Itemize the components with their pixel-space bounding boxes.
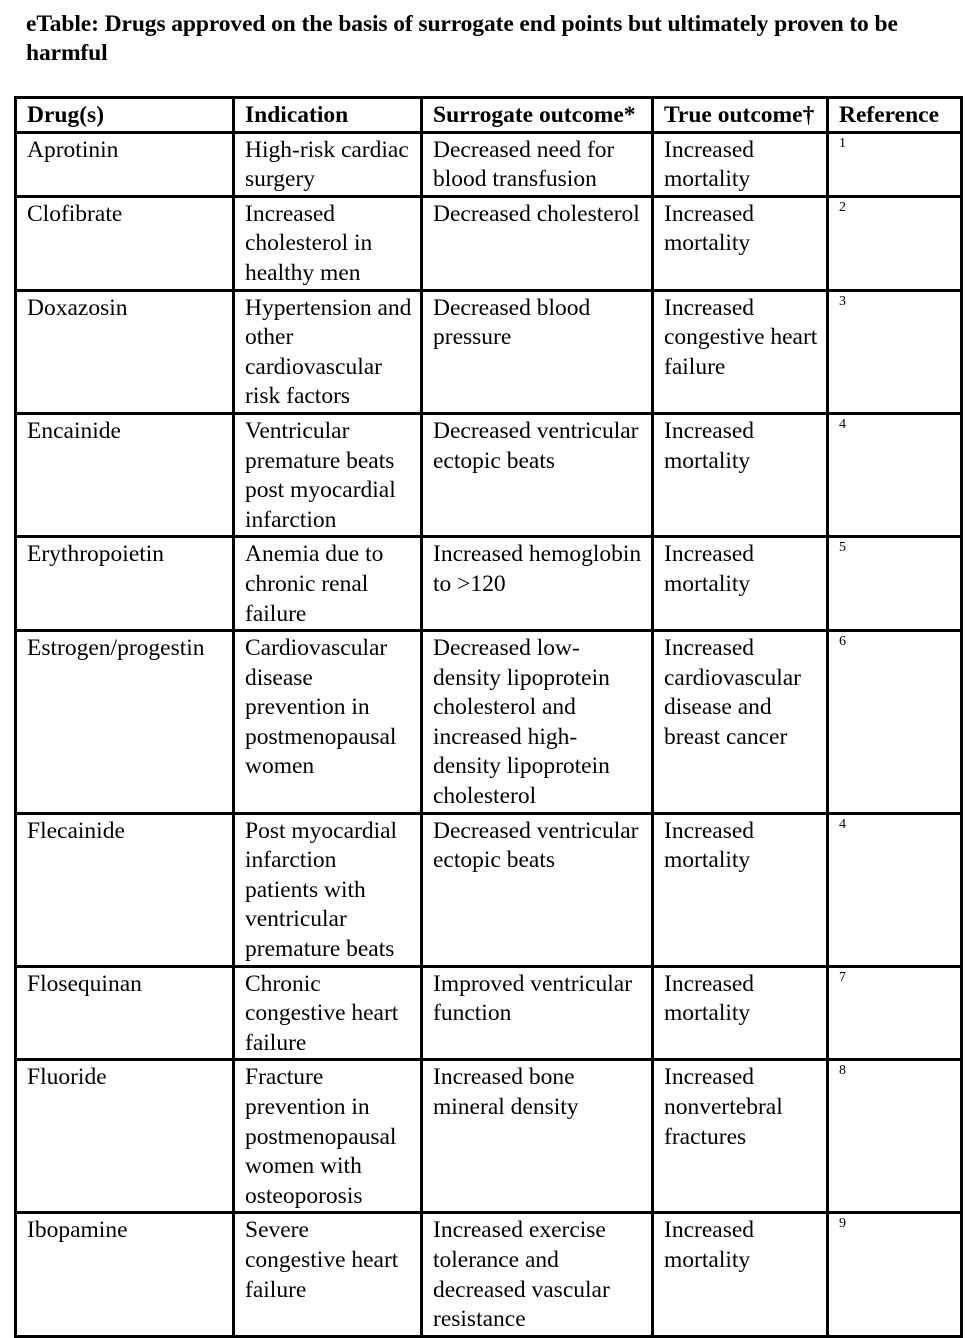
cell-true-outcome: Increased mortality (651, 194, 829, 292)
cell-indication: Ventricular premature beats post myocard… (232, 411, 423, 539)
cell-surrogate-outcome: Decreased low-density lipoprotein choles… (420, 629, 654, 815)
cell-reference: 4 (826, 811, 963, 968)
table-row: Erythropoietin Anemia due to chronic rena… (14, 535, 963, 633)
cell-drug: Flosequinan (14, 964, 235, 1062)
table-row: Doxazosin Hypertension and other cardiova… (14, 288, 963, 415)
cell-true-outcome: Increased mortality (651, 964, 829, 1062)
cell-reference: 8 (826, 1058, 963, 1215)
cell-surrogate-outcome: Decreased ventricular ectopic beats (420, 811, 654, 968)
cell-surrogate-outcome: Increased bone mineral density (420, 1058, 654, 1215)
header-indication: Indication (232, 96, 423, 134)
cell-surrogate-outcome: Decreased need for blood transfusion (420, 130, 654, 198)
cell-indication: Cardiovascular disease prevention in pos… (232, 629, 423, 815)
table-row: Flosequinan Chronic congestive heart fail… (14, 964, 963, 1062)
cell-indication: Anemia due to chronic renal failure (232, 535, 423, 633)
cell-indication: Severe congestive heart failure (232, 1211, 423, 1338)
cell-surrogate-outcome: Decreased blood pressure (420, 288, 654, 415)
cell-reference: 2 (826, 194, 963, 292)
table-row: Fluoride Fracture prevention in postmenop… (14, 1058, 963, 1215)
cell-surrogate-outcome: Improved ventricular function (420, 964, 654, 1062)
cell-drug: Estrogen/progestin (14, 629, 235, 815)
cell-true-outcome: Increased cardiovascular disease and bre… (651, 629, 829, 815)
cell-reference: 4 (826, 411, 963, 539)
cell-true-outcome: Increased mortality (651, 811, 829, 968)
table-row: Clofibrate Increased cholesterol in healt… (14, 194, 963, 292)
cell-surrogate-outcome: Increased exercise tolerance and decreas… (420, 1211, 654, 1338)
cell-drug: Fluoride (14, 1058, 235, 1215)
cell-true-outcome: Increased mortality (651, 535, 829, 633)
cell-indication: High-risk cardiac surgery (232, 130, 423, 198)
cell-true-outcome: Increased mortality (651, 130, 829, 198)
cell-reference: 7 (826, 964, 963, 1062)
cell-indication: Post myocardial infarction patients with… (232, 811, 423, 968)
cell-true-outcome: Increased nonvertebral fractures (651, 1058, 829, 1215)
cell-drug: Ibopamine (14, 1211, 235, 1338)
header-row: Drug(s) Indication Surrogate outcome* Tr… (14, 96, 963, 134)
cell-drug: Erythropoietin (14, 535, 235, 633)
cell-reference: 1 (826, 130, 963, 198)
cell-surrogate-outcome: Decreased ventricular ectopic beats (420, 411, 654, 539)
cell-drug: Doxazosin (14, 288, 235, 415)
table-row: Aprotinin High-risk cardiac surgery Decrea… (14, 130, 963, 198)
cell-indication: Increased cholesterol in healthy men (232, 194, 423, 292)
cell-reference: 3 (826, 288, 963, 415)
table-title: eTable: Drugs approved on the basis of s… (26, 11, 898, 66)
drugs-table: Drug(s) Indication Surrogate outcome* Tr… (14, 96, 963, 1338)
cell-drug: Flecainide (14, 811, 235, 968)
header-drug: Drug(s) (14, 96, 235, 134)
cell-indication: Chronic congestive heart failure (232, 964, 423, 1062)
table-row: Flecainide Post myocardial infarction pat… (14, 811, 963, 968)
header-surrogate-outcome: Surrogate outcome* (420, 96, 654, 134)
table-row: Ibopamine Severe congestive heart failure… (14, 1211, 963, 1338)
table-row: Estrogen/progestin Cardiovascular disease… (14, 629, 963, 815)
cell-drug: Clofibrate (14, 194, 235, 292)
cell-drug: Aprotinin (14, 130, 235, 198)
cell-surrogate-outcome: Increased hemoglobin to >120 (420, 535, 654, 633)
cell-true-outcome: Increased mortality (651, 1211, 829, 1338)
cell-true-outcome: Increased congestive heart failure (651, 288, 829, 415)
cell-indication: Hypertension and other cardiovascular ri… (232, 288, 423, 415)
cell-reference: 9 (826, 1211, 963, 1338)
cell-surrogate-outcome: Decreased cholesterol (420, 194, 654, 292)
header-reference: Reference (826, 96, 963, 134)
cell-reference: 6 (826, 629, 963, 815)
cell-true-outcome: Increased mortality (651, 411, 829, 539)
cell-drug: Encainide (14, 411, 235, 539)
cell-indication: Fracture prevention in postmenopausal wo… (232, 1058, 423, 1215)
table-row: Encainide Ventricular premature beats pos… (14, 411, 963, 539)
cell-reference: 5 (826, 535, 963, 633)
header-true-outcome: True outcome† (651, 96, 829, 134)
